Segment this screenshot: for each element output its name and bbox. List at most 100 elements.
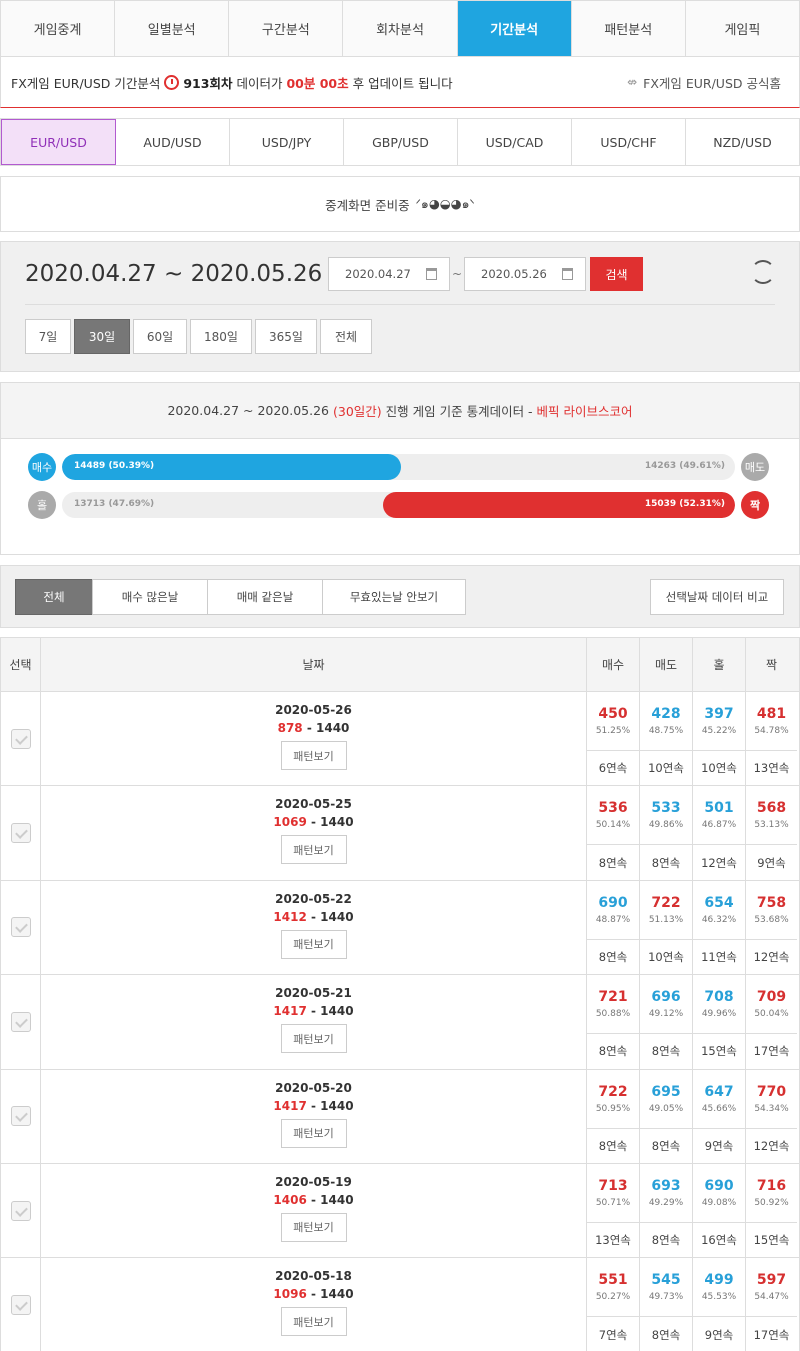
currency-pair-tabs: EUR/USD AUD/USD USD/JPY GBP/USD USD/CAD USD/C…	[0, 118, 800, 166]
filter-button-0[interactable]: 전체	[15, 578, 93, 615]
count-separator: -	[306, 815, 321, 830]
row-date: 2020-05-25	[275, 797, 352, 812]
value-top: 695 49.05%	[640, 1070, 692, 1129]
value-number: 722	[651, 894, 681, 911]
value-top: 551 50.27%	[587, 1258, 639, 1318]
value-percent: 51.13%	[648, 914, 684, 925]
value-percent: 50.04%	[754, 1009, 789, 1020]
round-number: 913회차	[183, 75, 233, 91]
nav-tab-0[interactable]: 게임중계	[1, 1, 116, 56]
column-header-1: 날짜	[41, 638, 587, 691]
filter-button-1[interactable]: 매수 많은날	[92, 578, 208, 615]
value-cell: 722 50.95% 8연속	[587, 1069, 640, 1163]
nav-tab-3[interactable]: 회차분석	[343, 1, 458, 56]
filter-button-3[interactable]: 무효있는날 안보기	[322, 578, 466, 615]
row-checkbox[interactable]	[10, 1200, 31, 1221]
period-button-2[interactable]: 60일	[133, 319, 187, 354]
compare-button[interactable]: 선택날짜 데이터 비교	[650, 578, 784, 615]
row-date: 2020-05-21	[275, 986, 352, 1001]
value-top: 597 54.47%	[746, 1258, 797, 1318]
row-checkbox[interactable]	[10, 917, 31, 938]
pattern-button[interactable]: 패턴보기	[280, 1118, 347, 1148]
value-cell: 693 49.29% 8연속	[640, 1163, 693, 1258]
value-top: 499 45.53%	[693, 1258, 745, 1318]
pattern-button[interactable]: 패턴보기	[280, 741, 347, 770]
pattern-button[interactable]: 패턴보기	[280, 1212, 347, 1242]
value-top: 708 49.96%	[693, 975, 745, 1035]
stats-range: 2020.04.27 ~ 2020.05.26	[167, 403, 330, 418]
table-header: 선택 날짜 매수 매도 홀 짝	[1, 638, 799, 692]
official-link[interactable]: ⇎ FX게임 EUR/USD 공식홈	[627, 73, 781, 92]
nav-tab-6[interactable]: 게임픽	[685, 1, 799, 56]
pair-tab-3[interactable]: GBP/USD	[344, 119, 458, 165]
value-top: 690 48.87%	[587, 881, 639, 940]
value-number: 428	[651, 706, 681, 722]
period-button-0[interactable]: 7일	[25, 319, 71, 354]
streak-count: 10연속	[701, 761, 737, 776]
row-checkbox[interactable]	[10, 1011, 31, 1032]
value-number: 597	[756, 1272, 787, 1289]
value-cell: 708 49.96% 15연속	[693, 975, 746, 1069]
stats-days: (30일간)	[333, 404, 382, 419]
count-separator: -	[306, 1192, 321, 1207]
info-suffix: 후 업데이트 됩니다	[352, 75, 453, 91]
value-percent: 50.14%	[595, 820, 631, 831]
pair-tab-5[interactable]: USD/CHF	[572, 119, 686, 165]
pattern-button[interactable]: 패턴보기	[280, 835, 347, 865]
value-top: 690 49.08%	[693, 1164, 745, 1223]
streak-count: 8연속	[651, 1327, 681, 1342]
start-date-input[interactable]: 2020.04.27	[328, 257, 450, 291]
row-checkbox[interactable]	[10, 1106, 31, 1127]
nav-tab-4[interactable]: 기간분석	[457, 1, 572, 56]
streak-count: 7연속	[598, 1327, 628, 1342]
period-button-3[interactable]: 180일	[190, 319, 252, 354]
table-row: 2020-05-19 1406 - 1440 패턴보기 713 50.71% 13연속 69…	[1, 1163, 799, 1259]
sell-value: 14263 (49.61%)	[644, 461, 725, 471]
period-button-1[interactable]: 30일	[74, 319, 130, 354]
streak-count: 8연속	[598, 949, 628, 964]
row-checkbox[interactable]	[10, 728, 31, 749]
end-date-input[interactable]: 2020.05.26	[464, 257, 586, 291]
countdown-timer: 00분 00초	[286, 75, 349, 91]
pair-tab-2[interactable]: USD/JPY	[230, 119, 344, 165]
pair-tab-4[interactable]: USD/CAD	[458, 119, 572, 165]
total-count: 1440	[320, 1192, 354, 1207]
update-info: FX게임 EUR/USD 기간분석 913회차 데이터가 00분 00초 후 업…	[11, 73, 453, 92]
date-cell: 2020-05-18 1096 - 1440 패턴보기	[41, 1258, 587, 1351]
search-button[interactable]: 검색	[590, 257, 643, 291]
value-cell: 716 50.92% 15연속	[746, 1164, 797, 1257]
period-buttons: 7일 30일 60일 180일 365일 전체	[25, 319, 775, 354]
row-checkbox[interactable]	[10, 823, 31, 844]
stats-header: 2020.04.27 ~ 2020.05.26 (30일간) 진행 게임 기준 …	[1, 383, 799, 439]
nav-tab-1[interactable]: 일별분석	[115, 1, 230, 56]
select-cell	[1, 1163, 41, 1258]
value-number: 693	[651, 1177, 681, 1194]
played-count: 878	[277, 721, 303, 735]
value-percent: 50.71%	[595, 1197, 631, 1208]
row-date: 2020-05-22	[275, 891, 352, 906]
nav-tab-5[interactable]: 패턴분석	[571, 1, 686, 56]
filter-button-2[interactable]: 매매 같은날	[207, 578, 323, 615]
date-cell: 2020-05-20 1417 - 1440 패턴보기	[41, 1069, 587, 1163]
pattern-button[interactable]: 패턴보기	[280, 1307, 347, 1337]
value-top: 721 50.88%	[587, 975, 639, 1035]
pair-tab-0[interactable]: EUR/USD	[1, 119, 116, 165]
played-count: 1417	[273, 1004, 307, 1019]
row-count: 1096 - 1440	[273, 1287, 353, 1301]
value-cell: 770 54.34% 12연속	[746, 1070, 797, 1163]
streak-count: 13연속	[753, 761, 790, 776]
value-percent: 54.47%	[754, 1292, 789, 1303]
odd-even-bar-row: 홀 13713 (47.69%) 15039 (52.31%) 짝	[1, 491, 799, 519]
table-row: 2020-05-20 1417 - 1440 패턴보기 722 50.95% 8연속 695…	[1, 1069, 799, 1164]
value-number: 501	[704, 800, 734, 817]
period-button-4[interactable]: 365일	[255, 319, 317, 354]
period-button-5[interactable]: 전체	[320, 319, 372, 354]
refresh-icon[interactable]	[751, 260, 775, 284]
pair-tab-6[interactable]: NZD/USD	[686, 119, 799, 165]
pair-tab-1[interactable]: AUD/USD	[116, 119, 230, 165]
row-checkbox[interactable]	[10, 1295, 31, 1316]
pattern-button[interactable]: 패턴보기	[280, 929, 347, 959]
nav-tab-2[interactable]: 구간분석	[229, 1, 344, 56]
value-cell: 722 51.13% 10연속	[640, 880, 693, 975]
pattern-button[interactable]: 패턴보기	[280, 1024, 347, 1054]
